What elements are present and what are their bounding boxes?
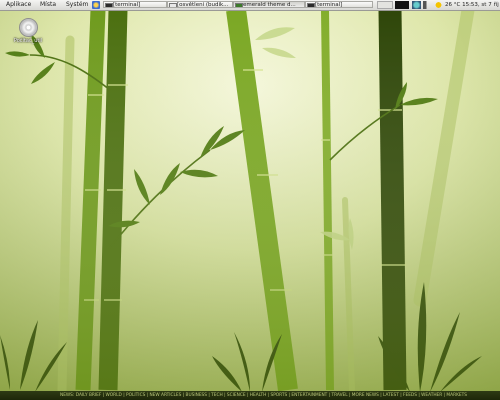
menu-places[interactable]: Místa [40, 0, 56, 10]
top-panel: Aplikace Místa Systém [terminal] [osvětl… [0, 0, 500, 11]
volume-icon[interactable] [423, 1, 432, 9]
taskbar-item-label: [terminal] [113, 2, 141, 8]
taskbar-item-terminal-1[interactable]: [terminal] [103, 1, 167, 8]
cd-drive-icon [18, 18, 38, 37]
terminal-icon [307, 2, 315, 7]
taskbar-item-label: emerald theme d... [243, 2, 296, 8]
weather-icon[interactable] [434, 1, 443, 9]
taskbar-item-label: [terminal] [315, 2, 343, 8]
taskbar-item-terminal-2[interactable]: [terminal] [305, 1, 373, 8]
desktop-icon-label: Počítač_util [13, 38, 43, 44]
browser-icon [235, 2, 243, 7]
terminal-icon [105, 2, 113, 7]
menu-applications[interactable]: Aplikace [6, 0, 31, 10]
firefox-launcher-icon[interactable] [92, 1, 100, 9]
taskbar-item-label: [osvětlení (budík... [177, 2, 229, 8]
taskbar-item-alarm[interactable]: [osvětlení (budík... [167, 1, 233, 8]
desktop-icon-computer[interactable]: Počítač_util [7, 18, 49, 44]
menu-system[interactable]: Systém [66, 0, 88, 10]
bamboo-wallpaper [0, 0, 500, 400]
taskbar-item-emerald[interactable]: emerald theme d... [233, 1, 305, 8]
bottom-news-ticker: NEWS: DAILY BRIEF | WORLD | POLITICS | N… [0, 391, 500, 400]
workspace-active-icon[interactable] [395, 1, 409, 9]
clock[interactable]: 26 °C 15:53, st 7 říj [445, 0, 499, 10]
network-icon[interactable] [412, 1, 421, 9]
workspace-switcher[interactable] [377, 1, 393, 9]
window-icon [169, 2, 177, 7]
ticker-text: NEWS: DAILY BRIEF | WORLD | POLITICS | N… [60, 393, 467, 398]
